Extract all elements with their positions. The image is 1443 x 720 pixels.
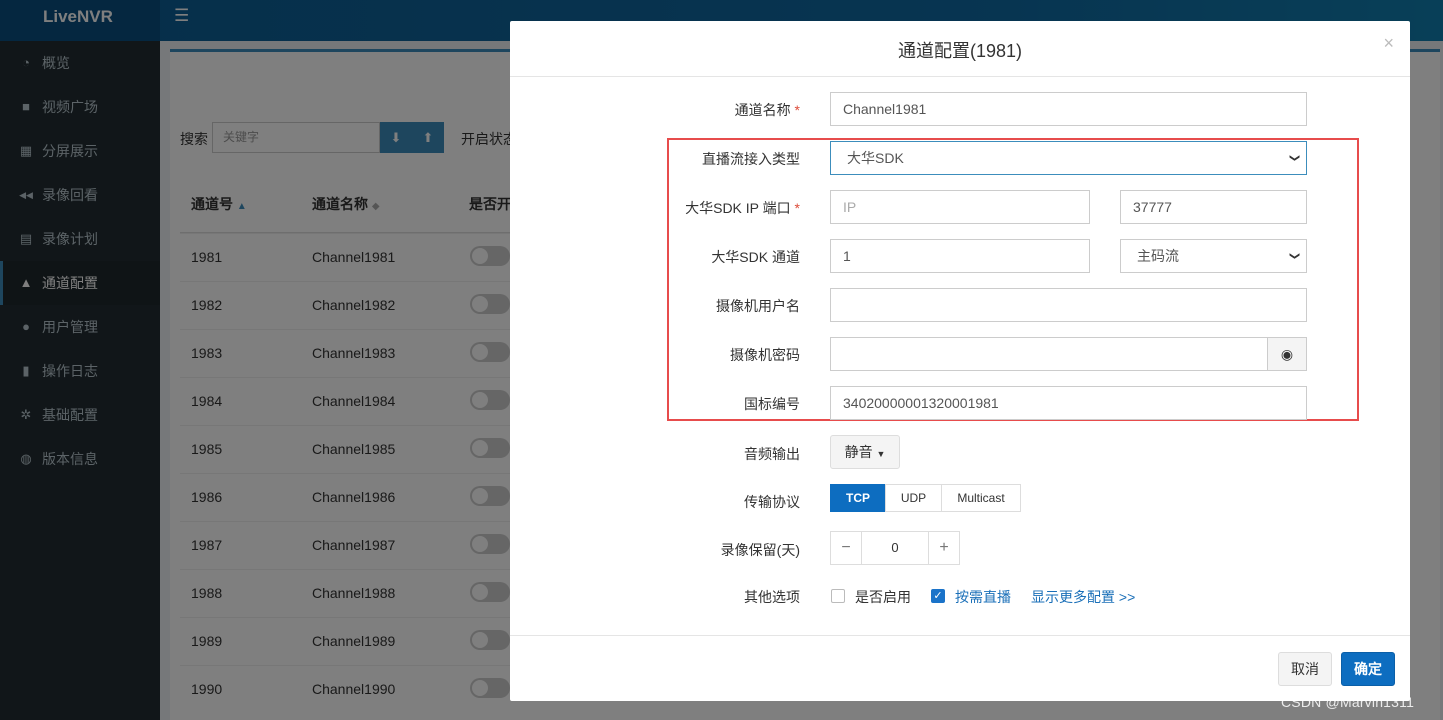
protocol-label: 传输协议 [744, 494, 800, 510]
camera-password-input[interactable] [830, 337, 1268, 371]
sdk-channel-input[interactable]: 1 [830, 239, 1090, 273]
watermark-text: CSDN @Marvin1311 [1281, 694, 1415, 710]
show-more-config-link[interactable]: 显示更多配置 >> [1031, 587, 1135, 607]
required-mark: * [794, 102, 800, 118]
sdk-channel-label: 大华SDK 通道 [711, 249, 800, 265]
required-mark: * [794, 200, 800, 216]
channel-name-label: 通道名称 * [735, 100, 800, 120]
camera-password-label: 摄像机密码 [730, 347, 800, 363]
stream-type-label: 直播流接入类型 [702, 151, 800, 167]
highlight-box [667, 138, 1359, 421]
ondemand-checkbox-label[interactable]: 按需直播 [955, 587, 1011, 607]
channel-config-modal: 通道配置(1981) × 通道名称 * Channel1981 直播流接入类型 … [510, 21, 1410, 701]
select-value: 主码流 [1137, 248, 1179, 264]
chevron-down-icon: ❯ [1288, 251, 1300, 261]
modal-footer [510, 635, 1410, 701]
retention-label: 录像保留(天) [720, 542, 800, 558]
label-text: 大华SDK IP 端口 [685, 200, 791, 216]
camera-username-input[interactable] [830, 288, 1307, 322]
channel-name-input[interactable]: Channel1981 [830, 92, 1307, 126]
sdk-ip-label: 大华SDK IP 端口 * [685, 198, 800, 218]
select-value: 大华SDK [847, 150, 904, 166]
protocol-tcp-button[interactable]: TCP [830, 484, 886, 512]
sdk-ip-input[interactable]: IP [830, 190, 1090, 224]
stream-quality-select[interactable]: 主码流 ❯ [1120, 239, 1307, 273]
cancel-button[interactable]: 取消 [1278, 652, 1332, 686]
caret-down-icon: ▼ [876, 449, 886, 459]
close-icon[interactable]: × [1383, 33, 1394, 54]
protocol-multicast-button[interactable]: Multicast [941, 484, 1021, 512]
enabled-checkbox[interactable] [831, 589, 845, 603]
stream-type-select[interactable]: 大华SDK ❯ [830, 141, 1307, 175]
confirm-button[interactable]: 确定 [1341, 652, 1395, 686]
gb-code-input[interactable]: 34020000001320001981 [830, 386, 1307, 420]
modal-header: 通道配置(1981) × [510, 21, 1410, 77]
plus-icon[interactable]: + [928, 531, 960, 565]
ondemand-checkbox[interactable]: ✓ [931, 589, 945, 603]
label-text: 通道名称 [734, 102, 791, 118]
retention-input[interactable]: 0 [862, 531, 928, 565]
audio-output-dropdown[interactable]: 静音 ▼ [830, 435, 900, 469]
camera-username-label: 摄像机用户名 [716, 298, 800, 314]
sdk-port-input[interactable]: 37777 [1120, 190, 1307, 224]
minus-icon[interactable]: − [830, 531, 862, 565]
protocol-udp-button[interactable]: UDP [885, 484, 942, 512]
gb-code-label: 国标编号 [744, 396, 800, 412]
chevron-down-icon: ❯ [1288, 153, 1300, 163]
other-options-label: 其他选项 [744, 589, 800, 605]
audio-output-label: 音频输出 [744, 446, 800, 462]
modal-title: 通道配置(1981) [897, 41, 1023, 61]
enabled-checkbox-label[interactable]: 是否启用 [855, 587, 911, 607]
eye-slash-icon[interactable]: ◉ [1267, 337, 1307, 371]
dropdown-value: 静音 [844, 444, 873, 460]
